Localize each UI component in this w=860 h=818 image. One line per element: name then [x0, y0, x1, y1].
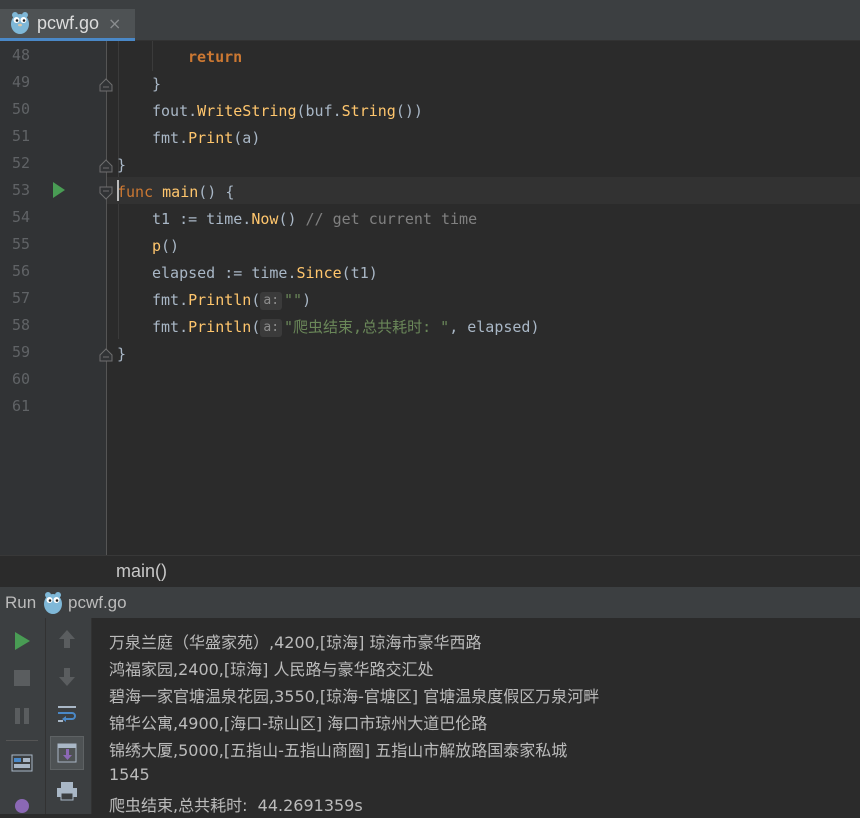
- layout-button[interactable]: [8, 749, 36, 777]
- breadcrumb[interactable]: main(): [0, 555, 860, 586]
- soft-wrap-button[interactable]: [53, 700, 81, 728]
- code-line-50: fout.WriteString(buf.String()): [152, 102, 423, 120]
- layout-icon: [11, 754, 33, 772]
- code-line-57: fmt.Println(a: ""): [152, 291, 312, 310]
- code-line-48: return: [188, 48, 243, 66]
- pause-button[interactable]: [8, 702, 36, 730]
- soft-wrap-icon: [58, 706, 76, 722]
- scroll-to-end-button[interactable]: [50, 736, 84, 770]
- code-area: return } fout.WriteString(buf.String()) …: [0, 41, 860, 555]
- pause-icon: [15, 708, 29, 724]
- code-line-58: fmt.Println(a: "爬虫结束,总共耗时: ", elapsed): [152, 318, 540, 337]
- run-toolbar: [0, 618, 92, 814]
- gopher-icon: [42, 590, 64, 618]
- console-line: 1545: [109, 765, 150, 784]
- toolbar-separator: [6, 740, 38, 741]
- console-line: 万泉兰庭（华盛家苑）,4200,[琼海] 琼海市豪华西路: [109, 633, 482, 652]
- code-line-59: }: [117, 345, 127, 363]
- scroll-down-button[interactable]: [53, 663, 81, 691]
- tab-label: pcwf.go: [37, 13, 100, 33]
- console-line: 爬虫结束,总共耗时: 44.2691359s: [109, 796, 363, 814]
- breadcrumb-item-main[interactable]: main(): [116, 561, 167, 582]
- parameter-hint: a:: [260, 292, 283, 310]
- arrow-down-icon: [59, 668, 75, 686]
- print-icon: [57, 782, 77, 801]
- scroll-to-end-icon: [57, 743, 77, 763]
- rerun-button[interactable]: [8, 627, 36, 655]
- code-line-51: fmt.Print(a): [152, 129, 261, 147]
- bug-icon: [15, 799, 29, 813]
- code-editor[interactable]: 48 49 50 51 52 53 54 55 56 57 58 59 60 6…: [0, 41, 860, 555]
- scroll-up-button[interactable]: [53, 625, 81, 653]
- console-line: 锦华公寓,4900,[海口-琼山区] 海口市琼州大道巴伦路: [109, 714, 488, 733]
- run-config-tab[interactable]: pcwf.go: [68, 593, 127, 613]
- play-icon: [15, 632, 30, 650]
- console-output[interactable]: 万泉兰庭（华盛家苑）,4200,[琼海] 琼海市豪华西路 鸿福家园,2400,[…: [92, 618, 860, 814]
- code-line-53: func main() {: [117, 183, 235, 201]
- run-label[interactable]: Run: [5, 593, 36, 613]
- console-line: 锦绣大厦,5000,[五指山-五指山商圈] 五指山市解放路国泰家私城: [109, 741, 568, 760]
- editor-tab-bar: pcwf.go ×: [0, 0, 860, 41]
- parameter-hint: a:: [260, 319, 283, 337]
- run-tool-window-header: Run pcwf.go: [0, 586, 860, 618]
- tab-pcwf-go[interactable]: pcwf.go ×: [0, 9, 135, 41]
- gopher-icon: [9, 10, 31, 38]
- stop-button[interactable]: [8, 664, 36, 692]
- code-line-49: }: [152, 75, 162, 93]
- code-line-52: }: [117, 156, 127, 174]
- console-line: 碧海一家官塘温泉花园,3550,[琼海-官塘区] 官塘温泉度假区万泉河畔: [109, 687, 600, 706]
- arrow-up-icon: [59, 630, 75, 648]
- stop-icon: [14, 670, 30, 686]
- toolbar-divider: [45, 618, 46, 814]
- code-line-56: elapsed := time.Since(t1): [152, 264, 378, 282]
- print-button[interactable]: [53, 777, 81, 805]
- close-icon[interactable]: ×: [108, 14, 121, 33]
- code-line-55: p(): [152, 237, 180, 255]
- console-line: 鸿福家园,2400,[琼海] 人民路与豪华路交汇处: [109, 660, 434, 679]
- code-line-54: t1 := time.Now() // get current time: [152, 210, 478, 228]
- text-caret: [117, 180, 119, 201]
